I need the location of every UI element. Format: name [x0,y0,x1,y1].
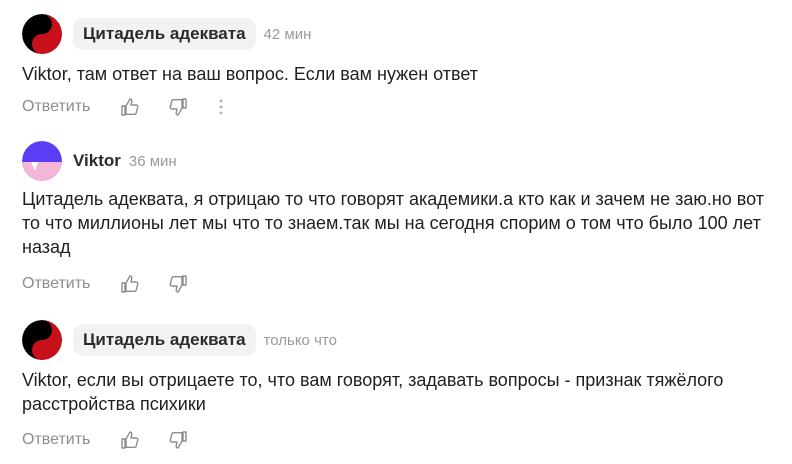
more-vertical-icon [219,99,223,115]
more-options-button[interactable] [218,97,224,117]
comment-actions: Ответить [22,95,782,119]
reply-button[interactable]: Ответить [22,98,90,116]
thumbs-up-icon [121,98,139,116]
comment: Цитадель адеквата 42 мин Viktor, там отв… [22,14,782,119]
comment-time: только что [263,331,337,349]
thumbs-down-icon [169,431,188,449]
comment: Цитадель адеквата только что Viktor, есл… [22,320,782,452]
yin-yang-red-icon [22,320,62,360]
dislike-button[interactable] [168,430,188,450]
avatar[interactable] [22,141,62,181]
purple-pink-abstract-icon [22,141,62,181]
comment-text: Цитадель адеквата, я отрицаю то что гово… [22,189,765,257]
dislike-button[interactable] [168,274,188,294]
comment-thread: Цитадель адеквата 42 мин Viktor, там отв… [0,0,792,464]
comment-time: 36 мин [128,152,177,170]
reply-button[interactable]: Ответить [22,275,90,293]
thumbs-up-icon [121,275,139,293]
yin-yang-red-icon [22,14,62,54]
comment-text: Viktor, там ответ на ваш вопрос. Если ва… [22,64,479,84]
author-name[interactable]: Цитадель адеквата [73,18,256,50]
thumbs-down-icon [169,275,188,293]
comment: Viktor 36 мин Цитадель адеквата, я отриц… [22,141,782,296]
like-button[interactable] [120,430,140,450]
author-name[interactable]: Цитадель адеквата [73,324,256,356]
avatar[interactable] [22,320,62,360]
author-name[interactable]: Viktor [73,151,121,171]
comment-actions: Ответить [22,428,782,452]
comment-actions: Ответить [22,272,782,296]
author-name-text: Цитадель адеквата [83,24,246,43]
comment-header: Цитадель адеквата 42 мин [22,14,782,54]
comment-time: 42 мин [263,25,312,43]
dislike-button[interactable] [168,97,188,117]
like-button[interactable] [120,97,140,117]
avatar[interactable] [22,14,62,54]
thumbs-up-icon [121,431,139,449]
comment-header: Цитадель адеквата только что [22,320,782,360]
reply-button[interactable]: Ответить [22,431,90,449]
comment-header: Viktor 36 мин [22,141,782,181]
author-name-text: Цитадель адеквата [83,330,246,349]
like-button[interactable] [120,274,140,294]
thumbs-down-icon [169,98,188,116]
comment-text: Viktor, если вы отрицаете то, что вам го… [22,370,724,414]
